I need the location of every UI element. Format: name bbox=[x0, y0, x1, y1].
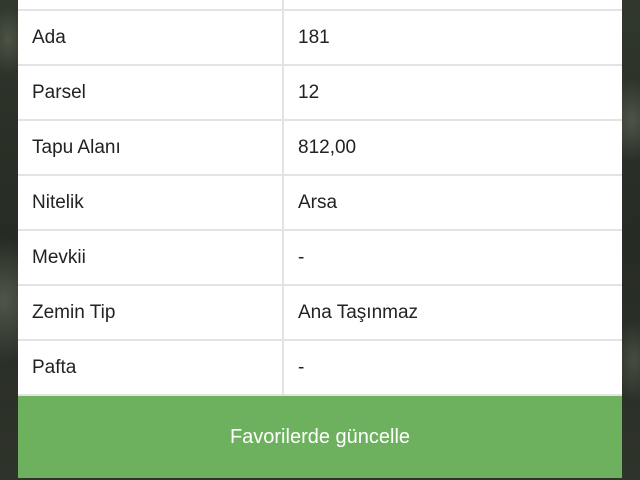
parsel-value: 12 bbox=[298, 81, 320, 103]
mevkii-value: - bbox=[298, 246, 305, 268]
pafta-value: - bbox=[298, 356, 305, 378]
nitelik-label: Nitelik bbox=[18, 176, 284, 229]
row-label bbox=[18, 0, 284, 9]
zemin-tip-label: Zemin Tip bbox=[18, 286, 284, 339]
ada-value: 181 bbox=[298, 26, 330, 48]
table-row-mevkii: Mevkii - bbox=[18, 231, 622, 286]
nitelik-value: Arsa bbox=[298, 191, 338, 213]
parcel-details-table: Ada 181 Parsel 12 Tapu Alanı 812,00 Nite… bbox=[18, 0, 622, 396]
pafta-label: Pafta bbox=[18, 341, 284, 394]
table-row-zemin-tip: Zemin Tip Ana Taşınmaz bbox=[18, 286, 622, 341]
ada-label: Ada bbox=[18, 11, 284, 64]
table-row-ada: Ada 181 bbox=[18, 11, 622, 66]
table-row bbox=[18, 0, 622, 11]
parsel-label: Parsel bbox=[18, 66, 284, 119]
tapu-alani-label: Tapu Alanı bbox=[18, 121, 284, 174]
table-row-parsel: Parsel 12 bbox=[18, 66, 622, 121]
table-row-pafta: Pafta - bbox=[18, 341, 622, 396]
tapu-alani-value: 812,00 bbox=[298, 136, 357, 158]
table-row-tapu-alani: Tapu Alanı 812,00 bbox=[18, 121, 622, 176]
row-value bbox=[284, 0, 622, 9]
update-favorites-button[interactable]: Favorilerde güncelle bbox=[18, 396, 622, 478]
table-row-nitelik: Nitelik Arsa bbox=[18, 176, 622, 231]
mevkii-label: Mevkii bbox=[18, 231, 284, 284]
zemin-tip-value: Ana Taşınmaz bbox=[298, 301, 419, 323]
